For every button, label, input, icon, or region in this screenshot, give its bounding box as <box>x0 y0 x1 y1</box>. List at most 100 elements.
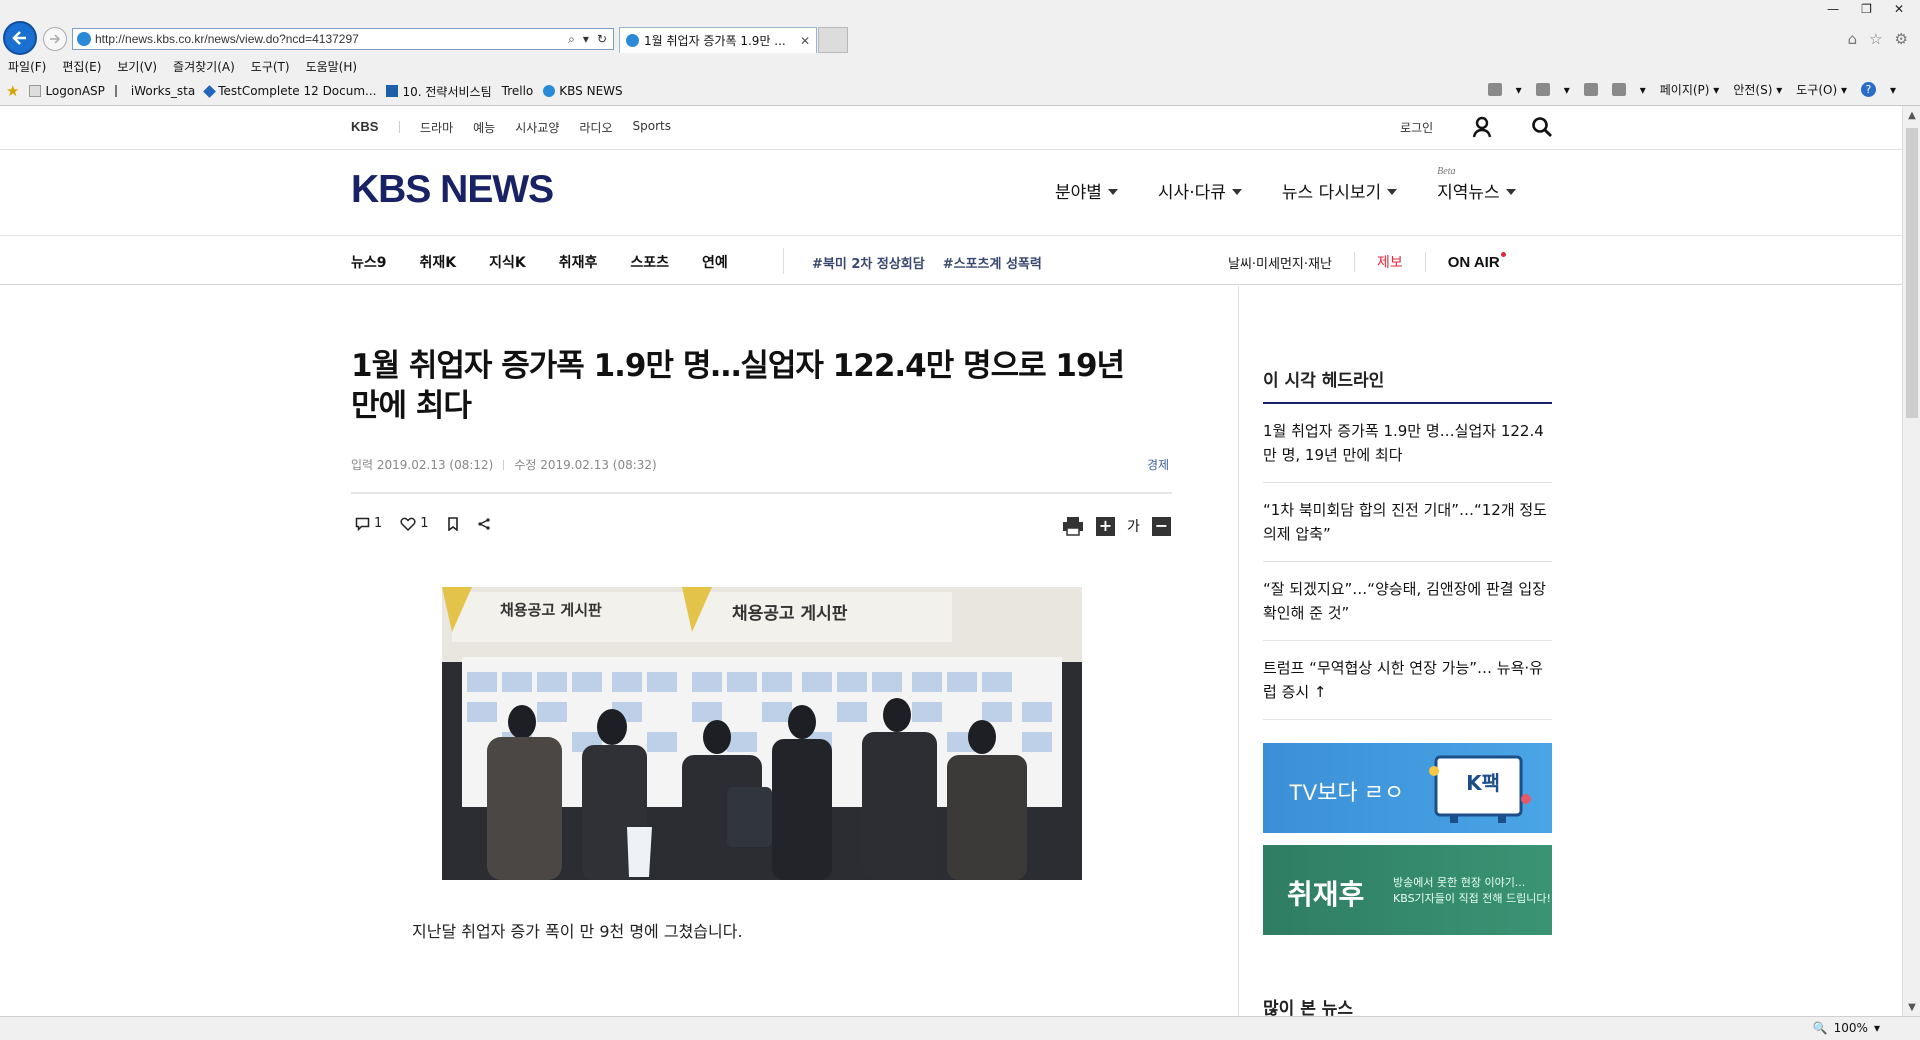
nav-docu[interactable]: 시사·다큐 <box>1158 178 1242 203</box>
fav-item[interactable]: 10. 전략서비스팀 <box>386 83 492 100</box>
close-window-icon[interactable]: ✕ <box>1894 2 1904 16</box>
menu-favorites[interactable]: 즐겨찾기(A) <box>173 58 235 75</box>
subnav-news9[interactable]: 뉴스9 <box>351 252 387 272</box>
help-icon[interactable]: ? <box>1860 82 1876 97</box>
address-bar[interactable]: http://news.kbs.co.kr/news/view.do?ncd=4… <box>72 28 614 50</box>
kbs-brand-link[interactable]: KBS <box>351 119 378 134</box>
menu-help[interactable]: 도움말(H) <box>306 58 358 75</box>
back-button[interactable] <box>3 21 37 55</box>
forward-button[interactable] <box>43 27 67 51</box>
minimize-icon[interactable]: — <box>1827 2 1839 16</box>
subnav-chwijaehu[interactable]: 취재후 <box>559 252 598 272</box>
menu-view[interactable]: 보기(V) <box>117 58 157 75</box>
topbar-variety[interactable]: 예능 <box>473 119 495 136</box>
cmd-tools[interactable]: 도구(O) ▾ <box>1796 81 1847 98</box>
home-icon[interactable] <box>1487 83 1502 96</box>
fav-item[interactable]: KBS NEWS <box>543 84 623 98</box>
cmd-page[interactable]: 페이지(P) ▾ <box>1660 81 1720 98</box>
address-url[interactable]: http://news.kbs.co.kr/news/view.do?ncd=4… <box>95 32 568 46</box>
search-icon[interactable]: ⌕ <box>568 32 575 47</box>
search-icon[interactable] <box>1531 116 1553 138</box>
chevron-down-icon <box>1231 188 1242 195</box>
tag-link[interactable]: #스포츠계 성폭력 <box>943 253 1042 272</box>
status-bar: 🔍 100% ▾ <box>0 1016 1920 1040</box>
headline-item[interactable]: “1차 북미회담 합의 진전 기대”…“12개 정도 의제 압축” <box>1263 483 1552 562</box>
kpack-banner[interactable]: TV보다 ㄹㅇ K팩 <box>1263 743 1552 833</box>
subnav-entertainment[interactable]: 연예 <box>702 252 728 272</box>
topbar-drama[interactable]: 드라마 <box>420 119 453 136</box>
topbar-sports[interactable]: Sports <box>633 119 671 136</box>
dropdown-icon[interactable]: ▾ <box>1874 1021 1880 1035</box>
headline-item[interactable]: 1월 취업자 증가폭 1.9만 명…실업자 122.4만 명, 19년 만에 최… <box>1263 404 1552 483</box>
banner-text: TV보다 ㄹㅇ <box>1289 780 1405 805</box>
menu-file[interactable]: 파일(F) <box>8 58 46 75</box>
ie-page-icon <box>77 32 91 46</box>
new-tab-button[interactable] <box>818 27 848 53</box>
fav-item[interactable]: iWorks_sta <box>114 84 195 98</box>
font-decrease-button[interactable]: − <box>1151 516 1171 536</box>
onair-link[interactable]: ON AIR <box>1448 251 1506 271</box>
tab-close-icon[interactable]: ✕ <box>800 34 810 48</box>
fav-label: KBS NEWS <box>559 84 623 98</box>
scroll-up-icon[interactable]: ▲ <box>1903 106 1920 124</box>
headline-item[interactable]: 트럼프 “무역협상 시한 연장 가능”… 뉴욕·유럽 증시 ↑ <box>1263 641 1552 720</box>
font-increase-button[interactable]: + <box>1096 516 1115 536</box>
scroll-thumb[interactable] <box>1906 128 1918 418</box>
fav-item[interactable]: TestComplete 12 Docum... <box>203 84 376 98</box>
nav-local[interactable]: Beta 지역뉴스 <box>1437 166 1516 203</box>
divider <box>399 121 400 133</box>
favorites-add-icon[interactable]: ★ <box>6 82 19 100</box>
scroll-down-icon[interactable]: ▼ <box>1903 998 1920 1016</box>
vertical-scrollbar[interactable]: ▲ ▼ <box>1902 106 1920 1016</box>
dropdown-icon[interactable]: ▾ <box>1890 83 1896 97</box>
print-icon[interactable] <box>1611 83 1626 96</box>
like-button[interactable]: 1 <box>400 516 429 531</box>
nav-field[interactable]: 분야별 <box>1055 178 1118 203</box>
tag-link[interactable]: #북미 2차 정상회담 <box>812 253 925 272</box>
share-icon[interactable] <box>477 517 491 531</box>
dropdown-icon[interactable]: ▾ <box>583 32 589 47</box>
cmd-safety[interactable]: 안전(S) ▾ <box>1733 81 1782 98</box>
home-icon[interactable]: ⌂ <box>1848 30 1858 48</box>
topbar-culture[interactable]: 시사교양 <box>515 119 559 136</box>
comment-button[interactable]: 1 <box>355 516 382 531</box>
chwijaehu-banner[interactable]: 취재후 방송에서 못한 현장 이야기... KBS기자들이 직접 전해 드립니다! <box>1263 845 1552 935</box>
mail-icon[interactable] <box>1583 83 1598 96</box>
cmd-label: 페이지(P) <box>1659 83 1710 97</box>
favorites-star-icon[interactable]: ☆ <box>1869 30 1882 48</box>
dropdown-icon[interactable]: ▾ <box>1516 83 1522 97</box>
nav-replay[interactable]: 뉴스 다시보기 <box>1282 178 1398 203</box>
topbar-radio[interactable]: 라디오 <box>579 119 612 136</box>
fav-item[interactable]: Trello <box>502 84 534 98</box>
fav-label: Trello <box>501 84 534 98</box>
rss-icon[interactable] <box>1535 83 1550 96</box>
user-icon[interactable] <box>1472 116 1492 138</box>
tab-favicon-icon <box>626 34 639 47</box>
fav-label: 10. 전략서비스팀 <box>402 84 492 99</box>
weather-link[interactable]: 날씨·미세먼지·재난 <box>1228 253 1332 272</box>
bookmark-icon[interactable] <box>447 516 459 531</box>
print-icon[interactable] <box>1062 516 1084 536</box>
tab-active[interactable]: 1월 취업자 증가폭 1.9만 ... ✕ <box>619 27 817 53</box>
subnav-jisikk[interactable]: 지식K <box>489 252 526 272</box>
settings-gear-icon[interactable]: ⚙ <box>1895 30 1908 48</box>
sub-nav: 뉴스9 취재K 지식K 취재후 스포츠 연예 #북미 2차 정상회담 #스포츠계… <box>0 237 1902 285</box>
menu-tools[interactable]: 도구(T) <box>251 58 290 75</box>
subnav-chwijaek[interactable]: 취재K <box>420 252 457 272</box>
article-category[interactable]: 경제 <box>1147 456 1169 473</box>
refresh-icon[interactable]: ↻ <box>597 32 607 47</box>
headline-item[interactable]: “잘 되겠지요”…“양승태, 김앤장에 판결 입장 확인해 준 것” <box>1263 562 1552 641</box>
fav-item[interactable]: LogonASP <box>29 84 105 98</box>
login-link[interactable]: 로그인 <box>1400 119 1433 136</box>
ie-page-icon <box>543 85 556 97</box>
kbs-news-logo[interactable]: KBS NEWS <box>351 168 554 212</box>
dropdown-icon[interactable]: ▾ <box>1564 83 1570 97</box>
tip-link[interactable]: 제보 <box>1377 252 1403 272</box>
menu-edit[interactable]: 편집(E) <box>62 58 101 75</box>
zoom-control[interactable]: 🔍 100% ▾ <box>1813 1021 1880 1035</box>
subnav-sports[interactable]: 스포츠 <box>630 252 669 272</box>
beta-label: Beta <box>1437 166 1456 177</box>
restore-icon[interactable]: ❐ <box>1861 2 1872 16</box>
dropdown-icon[interactable]: ▾ <box>1640 83 1646 97</box>
banner-subtitle: 방송에서 못한 현장 이야기... KBS기자들이 직접 전해 드립니다! <box>1393 875 1551 907</box>
